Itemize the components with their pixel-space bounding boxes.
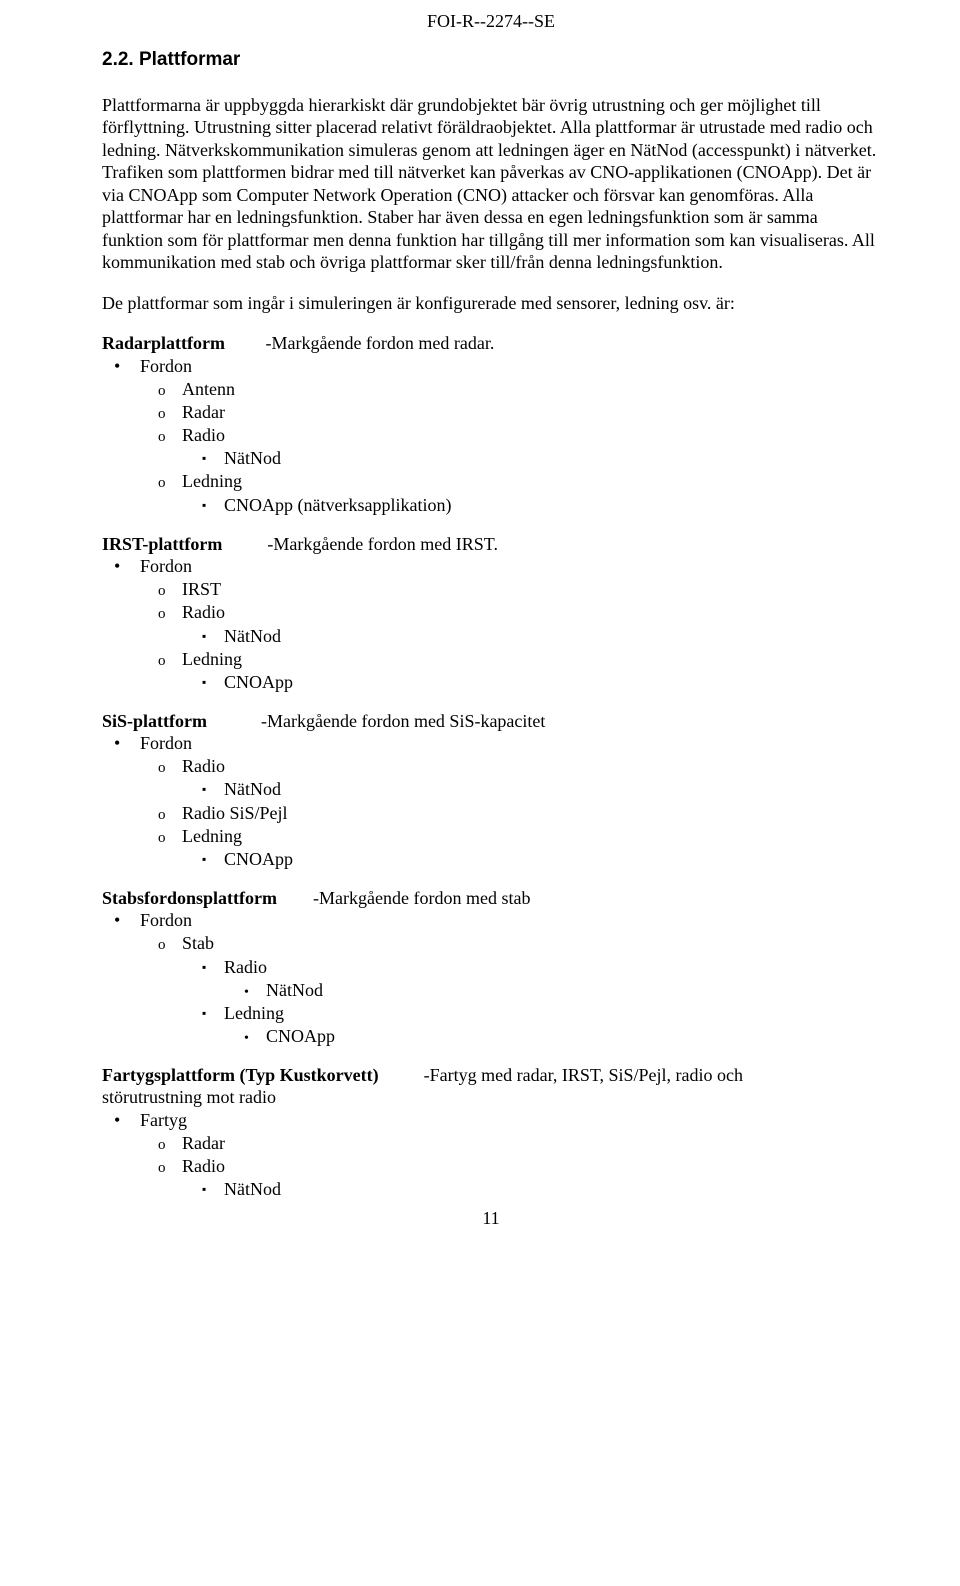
platform-fartyg-desc: -Fartyg med radar, IRST, SiS/Pejl, radio… — [424, 1065, 743, 1085]
list-item: NätNod — [266, 979, 880, 1002]
list-item: Fordon Stab Radio NätNod Ledning CNOApp — [140, 909, 880, 1047]
list-item: IRST — [182, 578, 880, 601]
list-label: Radio — [224, 957, 267, 977]
list-item: NätNod — [224, 778, 880, 801]
list-item: Ledning CNOApp — [224, 1002, 880, 1048]
list-item: Radio NätNod — [224, 956, 880, 1002]
list-label: Radio — [182, 425, 225, 445]
section-heading: 2.2. Plattformar — [102, 48, 880, 72]
list-item: Radar — [182, 401, 880, 424]
list-label: Ledning — [224, 1003, 284, 1023]
list-item: Fordon IRST Radio NätNod Ledning CNOApp — [140, 555, 880, 694]
list-label: Ledning — [182, 649, 242, 669]
list-item: NätNod — [224, 625, 880, 648]
list-item: NätNod — [224, 447, 880, 470]
list-item: Ledning CNOApp — [182, 825, 880, 871]
list-item: Radio NätNod — [182, 755, 880, 801]
platform-sis-desc: -Markgående fordon med SiS-kapacitet — [261, 711, 545, 731]
list-item: Radio NätNod — [182, 1155, 880, 1201]
list-label: Ledning — [182, 471, 242, 491]
list-label: Fartyg — [140, 1110, 187, 1130]
document-code: FOI-R--2274--SE — [427, 10, 555, 33]
list-label: Fordon — [140, 356, 192, 376]
list-item: Fordon Radio NätNod Radio SiS/Pejl Ledni… — [140, 732, 880, 871]
platform-stab: Stabsfordonsplattform -Markgående fordon… — [102, 887, 880, 1048]
platform-fartyg-name: Fartygsplattform (Typ Kustkorvett) — [102, 1065, 379, 1085]
page-number: 11 — [102, 1207, 880, 1230]
platform-sis-name: SiS-plattform — [102, 711, 207, 731]
platform-stab-name: Stabsfordonsplattform — [102, 888, 277, 908]
list-item: CNOApp — [224, 671, 880, 694]
list-label: Stab — [182, 933, 214, 953]
list-label: Fordon — [140, 556, 192, 576]
list-item: CNOApp — [224, 848, 880, 871]
list-item: Antenn — [182, 378, 880, 401]
list-label: Fordon — [140, 733, 192, 753]
body-paragraph-1: Plattformarna är uppbyggda hierarkiskt d… — [102, 94, 880, 274]
list-item: Ledning CNOApp — [182, 648, 880, 694]
list-item: Ledning CNOApp (nätverksapplikation) — [182, 470, 880, 516]
platform-sis: SiS-plattform -Markgående fordon med SiS… — [102, 710, 880, 871]
list-item: Radio SiS/Pejl — [182, 802, 880, 825]
platform-fartyg-desc-line2: störutrustning mot radio — [102, 1086, 880, 1109]
body-paragraph-2: De plattformar som ingår i simuleringen … — [102, 292, 880, 315]
list-label: Radio — [182, 602, 225, 622]
list-item: Radio NätNod — [182, 601, 880, 647]
list-label: Radio — [182, 1156, 225, 1176]
list-item: Radar — [182, 1132, 880, 1155]
platform-irst-name: IRST-plattform — [102, 534, 222, 554]
list-label: Fordon — [140, 910, 192, 930]
platform-fartyg: Fartygsplattform (Typ Kustkorvett) -Fart… — [102, 1064, 880, 1201]
platform-radar: Radarplattform -Markgående fordon med ra… — [102, 332, 880, 516]
platform-stab-desc: -Markgående fordon med stab — [313, 888, 530, 908]
list-item: CNOApp (nätverksapplikation) — [224, 494, 880, 517]
platform-radar-name: Radarplattform — [102, 333, 225, 353]
list-label: Radio — [182, 756, 225, 776]
list-item: Radio NätNod — [182, 424, 880, 470]
list-item: Fordon Antenn Radar Radio NätNod Ledning… — [140, 355, 880, 517]
platform-radar-desc: -Markgående fordon med radar. — [265, 333, 494, 353]
list-item: CNOApp — [266, 1025, 880, 1048]
platform-irst-desc: -Markgående fordon med IRST. — [267, 534, 498, 554]
platform-irst: IRST-plattform -Markgående fordon med IR… — [102, 533, 880, 694]
list-item: Stab Radio NätNod Ledning CNOApp — [182, 932, 880, 1047]
list-item: Fartyg Radar Radio NätNod — [140, 1109, 880, 1201]
list-item: NätNod — [224, 1178, 880, 1201]
list-label: Ledning — [182, 826, 242, 846]
